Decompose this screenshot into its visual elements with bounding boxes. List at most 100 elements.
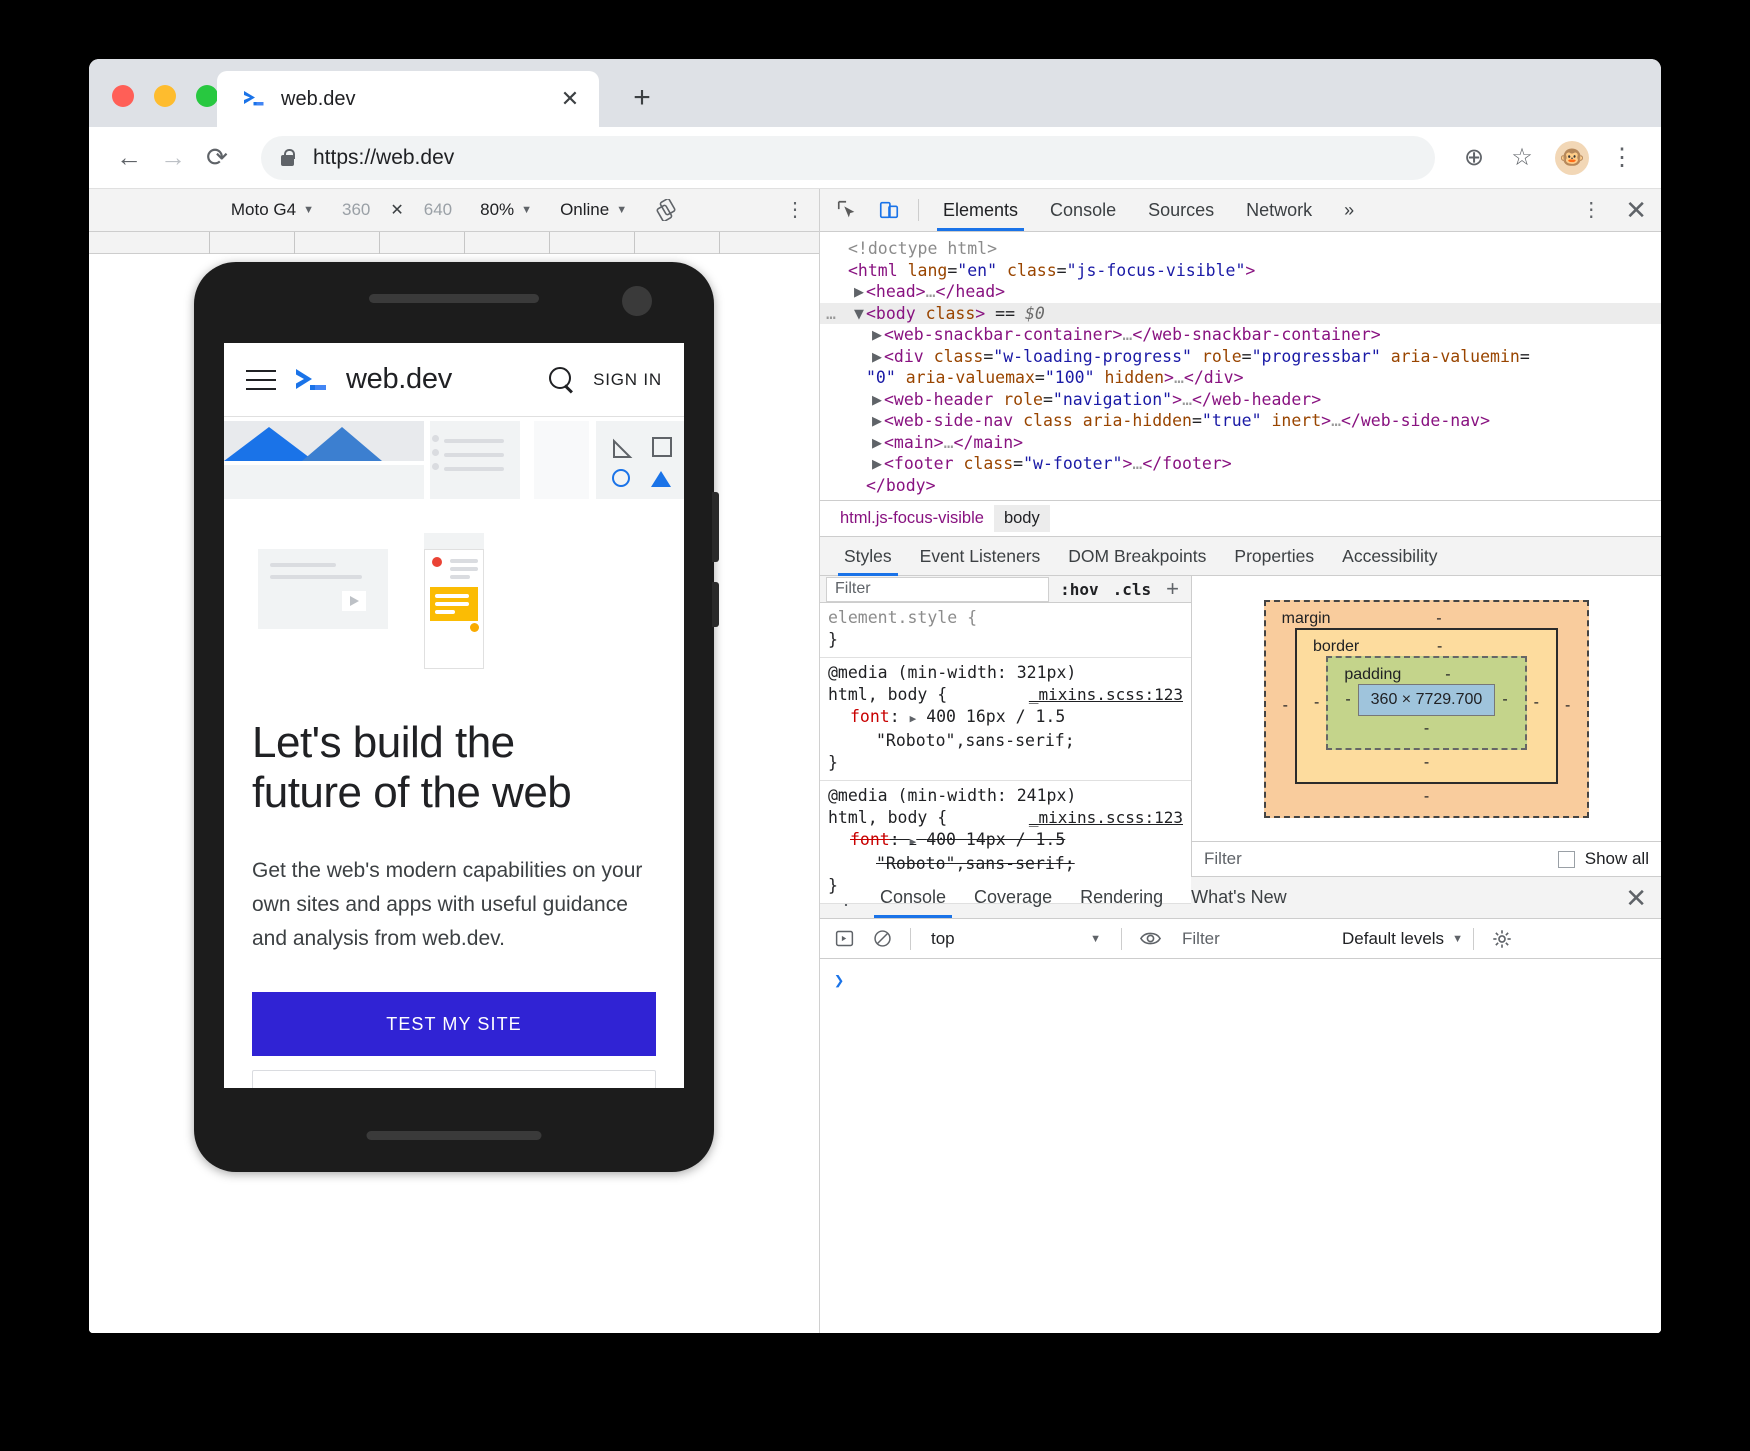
box-model-margin[interactable]: margin - - border [1264, 600, 1590, 818]
computed-filter-input[interactable]: Filter [1204, 849, 1242, 869]
drawer-tab-rendering[interactable]: Rendering [1066, 877, 1177, 918]
hover-state-button[interactable]: :hov [1053, 580, 1106, 599]
margin-bottom-value[interactable]: - [1276, 784, 1578, 806]
window-controls[interactable] [112, 85, 218, 107]
viewport-height-input[interactable]: 640 [410, 200, 466, 220]
border-left-value[interactable]: - [1307, 694, 1326, 712]
expand-arrow-icon[interactable]: ▼ [854, 303, 866, 325]
expand-arrow-icon[interactable]: ▶ [872, 432, 884, 454]
css-declaration[interactable]: font: ▶ 400 16px / 1.5"Roboto",sans-seri… [828, 706, 1183, 752]
dom-tree[interactable]: <!doctype html><html lang="en" class="js… [820, 232, 1661, 500]
tab-console[interactable]: Console [1034, 189, 1132, 231]
console-levels-selector[interactable]: Default levels ▼ [1342, 929, 1463, 949]
console-context-selector[interactable]: top ▼ [921, 929, 1111, 949]
expand-arrow-icon[interactable]: ▶ [872, 346, 884, 368]
border-top-value[interactable]: - [1437, 638, 1442, 656]
dom-node-row[interactable]: ▶<footer class="w-footer">…</footer> [820, 453, 1661, 475]
device-toolbar-icon[interactable] [870, 193, 908, 227]
browser-tab[interactable]: web.dev ✕ [217, 71, 599, 127]
box-model-border[interactable]: border - - [1295, 628, 1558, 784]
tab-elements[interactable]: Elements [927, 189, 1034, 231]
sign-in-link[interactable]: SIGN IN [593, 370, 662, 390]
chrome-menu-icon[interactable]: ⋮ [1601, 137, 1643, 179]
forward-button[interactable]: → [151, 136, 195, 180]
padding-right-value[interactable]: - [1495, 691, 1514, 709]
dom-node-row[interactable]: ▶<web-snackbar-container>…</web-snackbar… [820, 324, 1661, 346]
sidebar-tab-styles[interactable]: Styles [830, 537, 906, 576]
avatar[interactable]: 🐵 [1555, 141, 1589, 175]
css-selector[interactable]: html, body {_mixins.scss:123 [828, 807, 1183, 829]
margin-top-value[interactable]: - [1436, 610, 1441, 628]
expand-arrow-icon[interactable]: ▶ [854, 281, 866, 303]
sidebar-tab-event-listeners[interactable]: Event Listeners [906, 537, 1055, 576]
breadcrumb-item[interactable]: body [994, 505, 1050, 532]
sidebar-tab-dom-breakpoints[interactable]: DOM Breakpoints [1054, 537, 1220, 576]
maximize-window-button[interactable] [196, 85, 218, 107]
execute-snippet-icon[interactable] [826, 924, 862, 954]
css-source-link[interactable]: _mixins.scss:123 [1029, 684, 1183, 706]
padding-bottom-value[interactable]: - [1338, 716, 1514, 738]
inspect-cursor-icon[interactable] [828, 193, 866, 227]
minimize-window-button[interactable] [154, 85, 176, 107]
show-all-checkbox[interactable] [1558, 851, 1575, 868]
padding-left-value[interactable]: - [1338, 691, 1357, 709]
console-output[interactable]: ❯ [820, 959, 1661, 1333]
search-icon[interactable] [549, 367, 575, 393]
clear-console-icon[interactable] [864, 924, 900, 954]
dom-node-row[interactable]: …▼<body class> == $0 [820, 303, 1661, 325]
dom-node-row[interactable]: ▶<head>…</head> [820, 281, 1661, 303]
dom-node-row[interactable]: ▶<main>…</main> [820, 432, 1661, 454]
dom-node-row[interactable]: ▶<web-header role="navigation">…</web-he… [820, 389, 1661, 411]
show-all-label[interactable]: Show all [1585, 849, 1649, 869]
emulated-page[interactable]: web.dev SIGN IN [224, 343, 684, 1088]
gear-icon[interactable] [1484, 924, 1520, 954]
drawer-tab-coverage[interactable]: Coverage [960, 877, 1066, 918]
dom-node-row[interactable]: ▶<div class="w-loading-progress" role="p… [820, 346, 1661, 368]
live-expression-icon[interactable] [1132, 924, 1168, 954]
css-selector[interactable]: html, body {_mixins.scss:123 [828, 684, 1183, 706]
css-rules-list[interactable]: element.style {}@media (min-width: 321px… [820, 603, 1191, 904]
devtools-more-icon[interactable]: ⋮ [1571, 200, 1611, 220]
zoom-selector[interactable]: 80% ▼ [466, 200, 546, 220]
border-right-value[interactable]: - [1527, 694, 1546, 712]
close-devtools-icon[interactable]: ✕ [1611, 197, 1661, 223]
more-tabs-icon[interactable]: » [1328, 189, 1370, 231]
new-style-rule-button[interactable]: + [1158, 576, 1187, 602]
hamburger-icon[interactable] [246, 370, 276, 390]
sidebar-tab-properties[interactable]: Properties [1220, 537, 1328, 576]
class-editor-button[interactable]: .cls [1106, 580, 1159, 599]
device-toolbar-more-icon[interactable]: ⋮ [785, 200, 805, 220]
close-drawer-icon[interactable]: ✕ [1611, 885, 1661, 911]
back-button[interactable]: ← [107, 136, 151, 180]
css-rule[interactable]: element.style {} [820, 603, 1191, 658]
expand-arrow-icon[interactable]: ▶ [872, 324, 884, 346]
dom-node-row[interactable]: </body> [820, 475, 1661, 497]
drawer-tab-whats-new[interactable]: What's New [1177, 877, 1300, 918]
box-model-diagram[interactable]: margin - - border [1264, 600, 1590, 818]
margin-right-value[interactable]: - [1558, 697, 1577, 715]
site-brand[interactable]: web.dev [346, 363, 452, 396]
address-bar[interactable]: https://web.dev [261, 136, 1435, 180]
breadcrumb-item[interactable]: html.js-focus-visible [830, 505, 994, 532]
box-model-padding[interactable]: padding - - 360 × 7729.700 [1326, 656, 1526, 750]
close-tab-button[interactable]: ✕ [555, 84, 585, 114]
expand-arrow-icon[interactable]: ▶ [872, 410, 884, 432]
expand-arrow-icon[interactable]: ▶ [872, 389, 884, 411]
css-source-link[interactable]: _mixins.scss:123 [1029, 807, 1183, 829]
styles-filter-input[interactable]: Filter [826, 577, 1049, 602]
border-bottom-value[interactable]: - [1307, 750, 1546, 772]
dom-node-row[interactable]: ▶<web-side-nav class aria-hidden="true" … [820, 410, 1661, 432]
device-selector[interactable]: Moto G4 ▼ [217, 200, 328, 220]
box-model-content-size[interactable]: 360 × 7729.700 [1358, 684, 1496, 716]
dom-node-row[interactable]: "0" aria-valuemax="100" hidden>…</div> [820, 367, 1661, 389]
sidebar-tab-accessibility[interactable]: Accessibility [1328, 537, 1451, 576]
close-window-button[interactable] [112, 85, 134, 107]
dom-node-row[interactable]: <!doctype html> [820, 238, 1661, 260]
new-tab-button[interactable]: + [623, 79, 661, 117]
reload-button[interactable]: ⟳ [195, 136, 239, 180]
throttling-selector[interactable]: Online ▼ [546, 200, 641, 220]
console-filter-input[interactable]: Filter [1170, 929, 1340, 949]
bookmark-star-icon[interactable]: ☆ [1501, 137, 1543, 179]
tab-sources[interactable]: Sources [1132, 189, 1230, 231]
css-declaration[interactable]: font: ▶ 400 14px / 1.5"Roboto",sans-seri… [828, 829, 1183, 875]
